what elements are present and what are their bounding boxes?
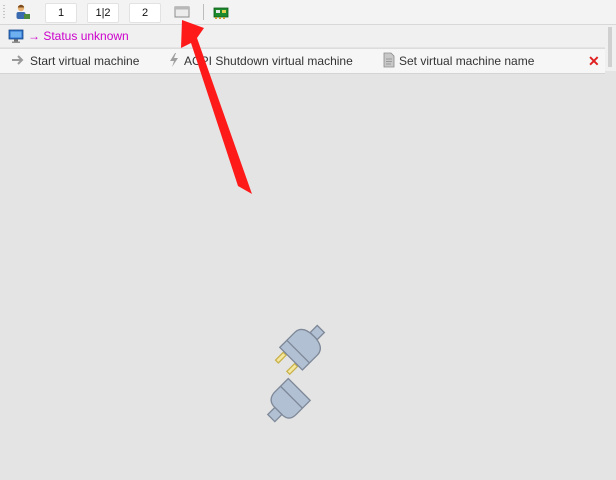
- acpi-shutdown-button[interactable]: ACPI Shutdown virtual machine: [168, 49, 353, 73]
- scrollbar-thumb[interactable]: [608, 27, 612, 67]
- top-toolbar: 1 1|2 2: [0, 0, 616, 25]
- document-icon: [383, 52, 395, 71]
- toolbar-grip[interactable]: [3, 4, 5, 20]
- scrollbar[interactable]: [605, 25, 616, 71]
- display-1-2-button[interactable]: 1|2: [87, 3, 119, 23]
- close-icon[interactable]: ✕: [588, 52, 600, 70]
- start-vm-button[interactable]: Start virtual machine: [10, 49, 139, 73]
- display-2-button[interactable]: 2: [129, 3, 161, 23]
- network-card-icon[interactable]: [212, 3, 230, 21]
- set-vm-name-label: Set virtual machine name: [399, 54, 535, 68]
- lightning-icon: [168, 52, 180, 71]
- toolbar-separator: [203, 4, 204, 20]
- disconnected-plug-icon: [246, 318, 356, 426]
- arrow-right-icon: [10, 52, 26, 71]
- monitor-icon: [8, 28, 24, 47]
- status-text: → Status unknown: [28, 29, 129, 43]
- acpi-shutdown-label: ACPI Shutdown virtual machine: [184, 54, 353, 68]
- action-bar: Start virtual machine ACPI Shutdown virt…: [0, 48, 605, 74]
- set-vm-name-button[interactable]: Set virtual machine name: [383, 49, 534, 73]
- start-vm-label: Start virtual machine: [30, 54, 140, 68]
- user-icon[interactable]: [13, 3, 31, 21]
- window-icon[interactable]: [173, 3, 191, 21]
- display-1-button[interactable]: 1: [45, 3, 77, 23]
- status-bar: → Status unknown: [0, 25, 605, 47]
